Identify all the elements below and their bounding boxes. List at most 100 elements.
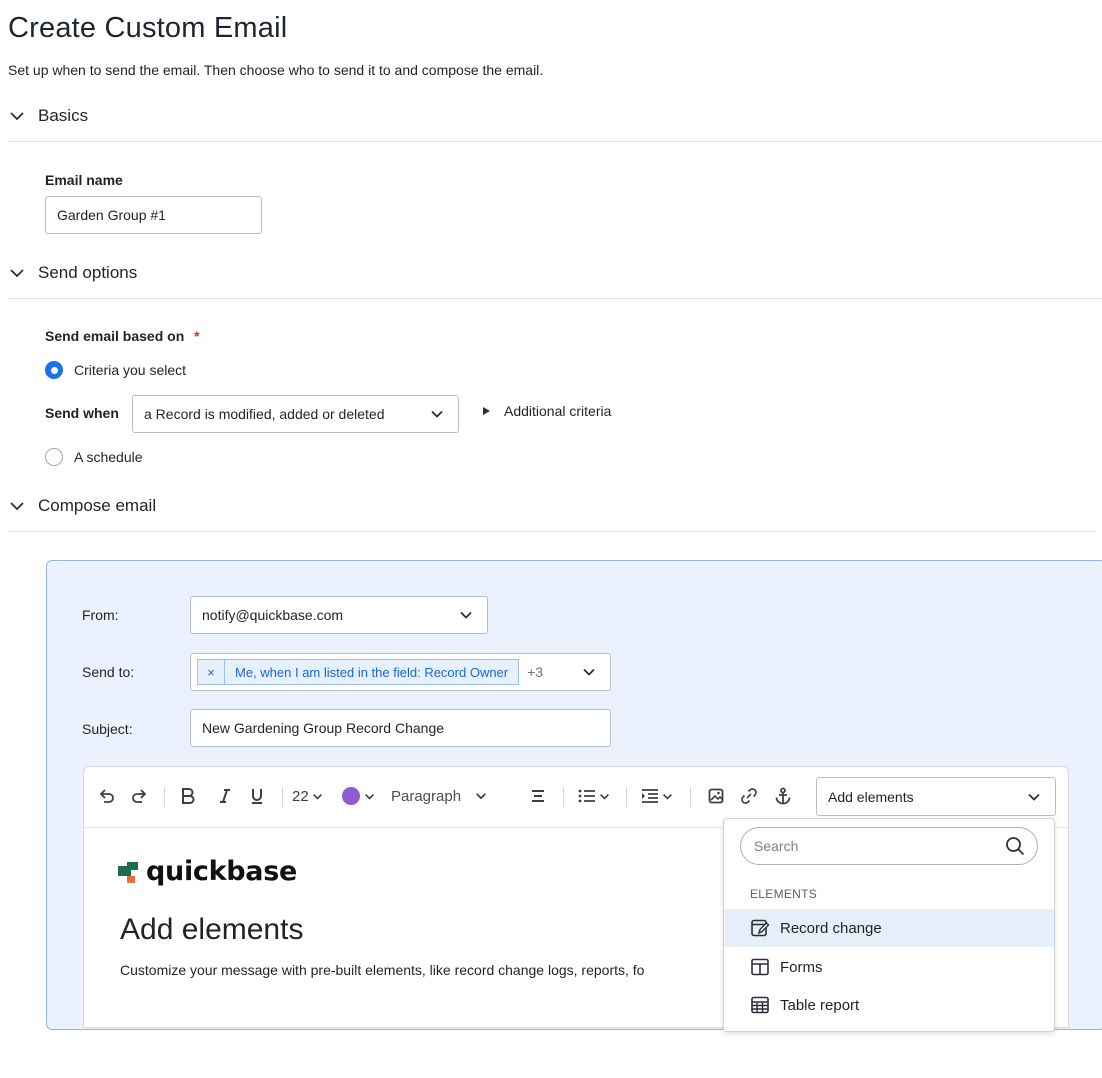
text-color-swatch	[342, 787, 360, 805]
form-layout-icon	[751, 958, 769, 976]
search-icon	[1006, 837, 1025, 856]
send-to-label: Send to:	[82, 664, 135, 680]
chevron-down-icon	[476, 793, 486, 800]
page-title: Create Custom Email	[8, 12, 288, 44]
bold-button[interactable]	[177, 785, 199, 807]
section-divider	[8, 531, 1096, 532]
radio-schedule-label: A schedule	[74, 449, 143, 465]
section-title-send-options: Send options	[38, 263, 138, 282]
chevron-down-icon	[10, 269, 24, 278]
insert-link-button[interactable]	[738, 785, 760, 807]
elements-group-label: ELEMENTS	[750, 887, 818, 901]
add-elements-select[interactable]: Add elements	[816, 777, 1056, 816]
chevron-down-icon	[10, 112, 24, 121]
list-select[interactable]	[578, 785, 610, 807]
font-size-select[interactable]: 22	[292, 785, 323, 807]
underline-button[interactable]	[246, 785, 268, 807]
subject-label: Subject:	[82, 721, 133, 737]
send-when-value: a Record is modified, added or deleted	[144, 406, 385, 422]
block-style-value: Paragraph	[391, 787, 462, 805]
indent-select[interactable]	[641, 785, 673, 807]
font-size-value: 22	[292, 787, 309, 805]
element-item-forms[interactable]: Forms	[724, 948, 1054, 986]
anchor-icon	[775, 787, 791, 805]
chevron-down-icon[interactable]	[582, 665, 596, 679]
element-item-label: Table report	[780, 996, 860, 1014]
radio-criteria[interactable]: Criteria you select	[45, 361, 186, 379]
chevron-down-icon	[1028, 793, 1040, 801]
editor-body-text: Customize your message with pre-built el…	[120, 962, 645, 978]
send-when-select[interactable]: a Record is modified, added or deleted	[132, 395, 459, 433]
section-toggle-basics[interactable]: Basics	[8, 106, 88, 126]
undo-button[interactable]	[96, 785, 118, 807]
element-item-record-change[interactable]: Record change	[724, 909, 1054, 947]
email-name-label: Email name	[45, 172, 123, 188]
toolbar-separator	[690, 787, 691, 807]
record-edit-icon	[751, 919, 770, 937]
elements-search-placeholder: Search	[754, 838, 799, 854]
from-value: notify@quickbase.com	[202, 607, 344, 623]
from-select[interactable]: notify@quickbase.com	[190, 596, 488, 634]
from-label: From:	[82, 607, 119, 623]
send-based-on-label: Send email based on *	[45, 328, 200, 344]
quickbase-logo: quickbase	[118, 856, 297, 887]
recipient-chip: × Me, when I am listed in the field: Rec…	[197, 659, 520, 685]
toolbar-separator	[626, 787, 627, 807]
element-item-label: Record change	[780, 919, 882, 937]
additional-criteria-label: Additional criteria	[504, 403, 612, 419]
elements-search-field[interactable]: Search	[740, 827, 1038, 865]
send-to-field[interactable]: × Me, when I am listed in the field: Rec…	[190, 653, 611, 691]
radio-unselected-indicator[interactable]	[45, 448, 63, 466]
section-title-basics: Basics	[38, 106, 89, 125]
additional-criteria-toggle[interactable]: Additional criteria	[481, 403, 611, 419]
italic-button[interactable]	[214, 785, 236, 807]
recipient-more-count[interactable]: +3	[527, 664, 543, 680]
italic-icon	[220, 789, 230, 803]
text-color-select[interactable]	[342, 785, 375, 807]
redo-icon	[132, 789, 147, 803]
radio-selected-indicator[interactable]	[45, 361, 63, 379]
bullet-list-icon	[578, 789, 595, 803]
image-icon	[708, 788, 724, 804]
element-item-table-report[interactable]: Table report	[724, 986, 1054, 1024]
chevron-down-icon	[365, 793, 374, 800]
insert-image-button[interactable]	[705, 785, 727, 807]
send-when-label: Send when	[45, 405, 119, 421]
redo-button[interactable]	[128, 785, 150, 807]
toolbar-separator	[282, 787, 283, 807]
toolbar-separator	[563, 787, 564, 807]
radio-criteria-label: Criteria you select	[74, 362, 187, 378]
indent-icon	[642, 789, 658, 803]
section-toggle-send-options[interactable]: Send options	[8, 263, 137, 283]
table-icon	[751, 996, 769, 1014]
chevron-down-icon	[600, 793, 609, 800]
editor-heading: Add elements	[120, 913, 304, 946]
undo-icon	[99, 789, 114, 803]
align-button[interactable]	[528, 785, 548, 807]
link-icon	[741, 788, 757, 804]
email-name-input[interactable]: Garden Group #1	[45, 196, 262, 234]
align-icon	[532, 790, 544, 802]
underline-icon	[252, 789, 262, 804]
subject-input[interactable]: New Gardening Group Record Change	[190, 709, 611, 747]
chevron-down-icon	[312, 793, 322, 800]
chevron-down-icon	[10, 502, 24, 511]
chevron-down-icon	[663, 793, 672, 800]
section-title-compose: Compose email	[38, 496, 157, 515]
insert-anchor-button[interactable]	[772, 785, 794, 807]
logo-text: quickbase	[146, 856, 297, 887]
add-elements-label: Add elements	[828, 788, 914, 805]
page-subtitle: Set up when to send the email. Then choo…	[8, 62, 544, 78]
chevron-down-icon	[460, 611, 472, 619]
required-mark: *	[194, 328, 200, 344]
radio-schedule[interactable]: A schedule	[45, 448, 143, 466]
element-item-label: Forms	[780, 958, 823, 976]
recipient-chip-label: Me, when I am listed in the field: Recor…	[235, 664, 509, 680]
block-style-select[interactable]: Paragraph	[391, 785, 487, 807]
toolbar-separator	[164, 787, 165, 807]
remove-recipient-button[interactable]: ×	[198, 660, 225, 684]
section-toggle-compose[interactable]: Compose email	[8, 496, 156, 516]
chevron-down-icon	[431, 410, 443, 418]
caret-right-icon	[483, 407, 490, 415]
subject-value: New Gardening Group Record Change	[202, 720, 445, 736]
